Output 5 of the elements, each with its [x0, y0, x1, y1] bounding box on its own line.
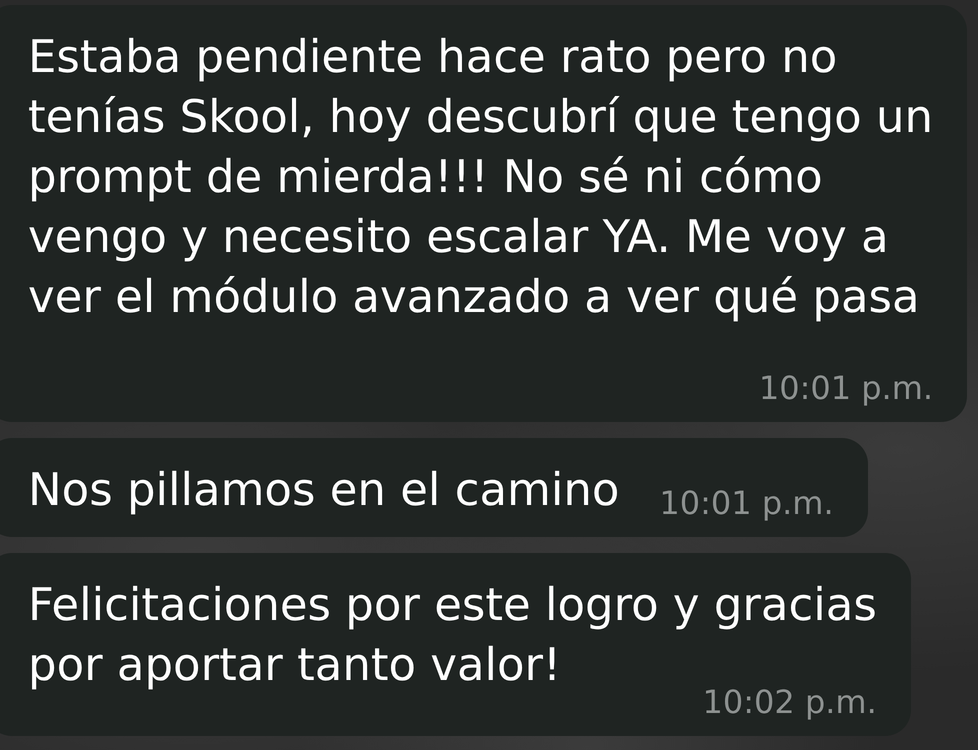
message-time: 10:02 p.m.	[702, 685, 877, 719]
message-time: 10:01 p.m.	[758, 371, 934, 405]
message-text: Nos pillamos en el camino	[28, 462, 620, 518]
message-text: Estaba pendiente hace rato pero no tenías Skool, hoy descubrí que tengo un prompt de mierda!!! No sé ni cómo vengo y necesito escalar YA. Me voy a ver el módulo avanzado a ver qué pasa	[28, 29, 934, 325]
message-time: 10:01 p.m.	[659, 486, 834, 520]
